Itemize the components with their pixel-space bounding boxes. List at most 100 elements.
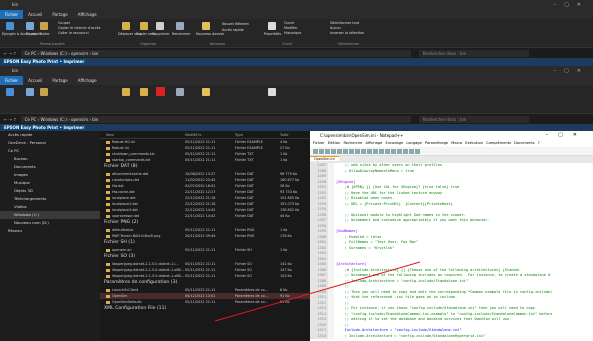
- replace-icon[interactable]: [385, 148, 390, 154]
- copy-icon[interactable]: [26, 88, 34, 96]
- cut-button[interactable]: Couper: [58, 21, 70, 25]
- favorites-bar-label[interactable]: EPSON Easy Photo Print • Imprimer: [2, 125, 87, 130]
- nav-item-downloads[interactable]: Téléchargements: [0, 195, 100, 203]
- favorites-bar-label[interactable]: EPSON Easy Photo Print • Imprimer: [2, 59, 87, 64]
- column-type[interactable]: Type: [235, 131, 280, 138]
- nav-item-this-pc[interactable]: Ce PC: [0, 147, 100, 155]
- window-controls[interactable]: –▢✕: [554, 66, 589, 76]
- zoom-in-icon[interactable]: [391, 148, 396, 154]
- paste-button[interactable]: Coller: [40, 32, 50, 36]
- code-line[interactable]: 1318 ; Include-Architecture = "config-in…: [310, 333, 593, 339]
- macro-play-icon[interactable]: [415, 148, 420, 154]
- tab-share[interactable]: Partage: [47, 76, 72, 85]
- pin-button[interactable]: Épingler à Accès rapide: [2, 32, 42, 36]
- redo-icon[interactable]: [373, 148, 378, 154]
- close-icon[interactable]: [337, 148, 342, 154]
- select-all-button[interactable]: Sélectionner tout: [330, 21, 359, 25]
- nav-item-windows-c[interactable]: Windows (C:): [0, 211, 100, 219]
- window-controls[interactable]: –▢✕: [554, 0, 589, 10]
- rename-icon[interactable]: [176, 88, 184, 96]
- properties-icon[interactable]: [268, 88, 276, 96]
- nav-item-music[interactable]: Musique: [0, 179, 100, 187]
- nav-item-documents[interactable]: Documents: [0, 163, 100, 171]
- save-all-icon[interactable]: [331, 148, 336, 154]
- group-header[interactable]: XML Configuration File (11): [100, 305, 310, 313]
- cut-icon[interactable]: [349, 148, 354, 154]
- paste-icon[interactable]: [40, 22, 48, 30]
- tab-share[interactable]: Partage: [47, 10, 72, 19]
- zoom-out-icon[interactable]: [397, 148, 402, 154]
- copy-icon[interactable]: [26, 22, 34, 30]
- tab-file[interactable]: Fichier: [0, 76, 24, 85]
- open-button[interactable]: Ouvrir: [284, 21, 295, 25]
- tab-opensim-ini[interactable]: OpenSim.ini: [310, 156, 339, 161]
- nav-item-network[interactable]: Réseau: [0, 227, 100, 235]
- new-folder-icon[interactable]: [202, 22, 210, 30]
- select-none-button[interactable]: Aucun: [330, 26, 341, 30]
- properties-button[interactable]: Propriétés: [264, 32, 281, 36]
- copy-to-icon[interactable]: [140, 88, 148, 96]
- group-header[interactable]: Fichier SH (1): [100, 239, 310, 247]
- group-header[interactable]: Fichier PNG (2): [100, 219, 310, 227]
- history-button[interactable]: Historique: [284, 31, 301, 35]
- copy-icon[interactable]: [355, 148, 360, 154]
- nav-item-3d-objects[interactable]: Objets 3D: [0, 187, 100, 195]
- tab-view[interactable]: Affichage: [73, 76, 102, 85]
- tab-home[interactable]: Accueil: [23, 10, 47, 19]
- tab-view[interactable]: Affichage: [73, 10, 102, 19]
- tab-home[interactable]: Accueil: [23, 76, 47, 85]
- paste-icon[interactable]: [361, 148, 366, 154]
- pin-icon[interactable]: [6, 88, 14, 96]
- nav-item-images[interactable]: Images: [0, 171, 100, 179]
- search-input[interactable]: Rechercher dans : bin: [418, 115, 529, 123]
- delete-icon[interactable]: [156, 22, 164, 30]
- nav-item-quick-access[interactable]: Accès rapide: [0, 131, 100, 139]
- new-element-button[interactable]: Nouvel élément: [222, 22, 249, 26]
- easy-access-button[interactable]: Accès rapide: [222, 28, 244, 32]
- address-path[interactable]: Ce PC › Windows (C:) › opensim › bin: [20, 115, 411, 123]
- copy-path-button[interactable]: Copier le chemin d'accès: [58, 26, 101, 30]
- delete-icon[interactable]: [156, 87, 165, 96]
- pin-icon[interactable]: [6, 22, 14, 30]
- new-folder-icon[interactable]: [202, 88, 210, 96]
- nav-item-desktop[interactable]: Bureau: [0, 155, 100, 163]
- properties-icon[interactable]: [268, 22, 276, 30]
- nav-arrows-icon[interactable]: ← → ↑: [4, 51, 17, 56]
- code-editor[interactable]: 1287 ;; web sites by other users on thei…: [310, 163, 593, 341]
- window-controls[interactable]: –▢✕: [546, 131, 587, 140]
- notepad-menu[interactable]: Fichier Édition Recherche Affichage Enco…: [310, 140, 593, 147]
- macro-record-icon[interactable]: [409, 148, 414, 154]
- address-path[interactable]: Ce PC › Windows (C:) › opensim › bin: [20, 49, 411, 57]
- nav-item-videos[interactable]: Vidéos: [0, 203, 100, 211]
- group-header[interactable]: Fichier DAT (8): [100, 163, 310, 171]
- search-input[interactable]: Rechercher dans : bin: [418, 49, 529, 57]
- new-folder-button[interactable]: Nouveau dossier: [196, 32, 224, 36]
- edit-button[interactable]: Modifier: [284, 26, 298, 30]
- find-icon[interactable]: [379, 148, 384, 154]
- invert-selection-button[interactable]: Inverser la sélection: [330, 31, 364, 35]
- group-header[interactable]: Fichier SO (3): [100, 253, 310, 261]
- open-file-icon[interactable]: [319, 148, 324, 154]
- column-modified[interactable]: Modifié le: [185, 131, 235, 138]
- wrap-icon[interactable]: [403, 148, 408, 154]
- rename-icon[interactable]: [176, 22, 184, 30]
- paste-shortcut-button[interactable]: Coller le raccourci: [58, 31, 89, 35]
- nav-item-new-name-d[interactable]: Nouveau nom (D:): [0, 219, 100, 227]
- column-size[interactable]: Taille: [280, 131, 310, 138]
- copy-button[interactable]: Copier: [26, 32, 37, 36]
- move-to-icon[interactable]: [122, 22, 130, 30]
- tab-file[interactable]: Fichier: [0, 10, 24, 19]
- nav-item-onedrive[interactable]: OneDrive - Personal: [0, 139, 100, 147]
- column-name[interactable]: Nom: [100, 131, 185, 138]
- new-file-icon[interactable]: [313, 148, 318, 154]
- delete-button[interactable]: Supprimer: [152, 32, 170, 36]
- save-icon[interactable]: [325, 148, 330, 154]
- nav-arrows-icon[interactable]: ← → ↑: [4, 117, 17, 122]
- undo-icon[interactable]: [367, 148, 372, 154]
- print-icon[interactable]: [343, 148, 348, 154]
- rename-button[interactable]: Renommer: [172, 32, 191, 36]
- move-to-icon[interactable]: [122, 88, 130, 96]
- paste-icon[interactable]: [40, 88, 48, 96]
- copy-to-icon[interactable]: [140, 22, 148, 30]
- group-header[interactable]: Paramètres de configuration (3): [100, 279, 310, 287]
